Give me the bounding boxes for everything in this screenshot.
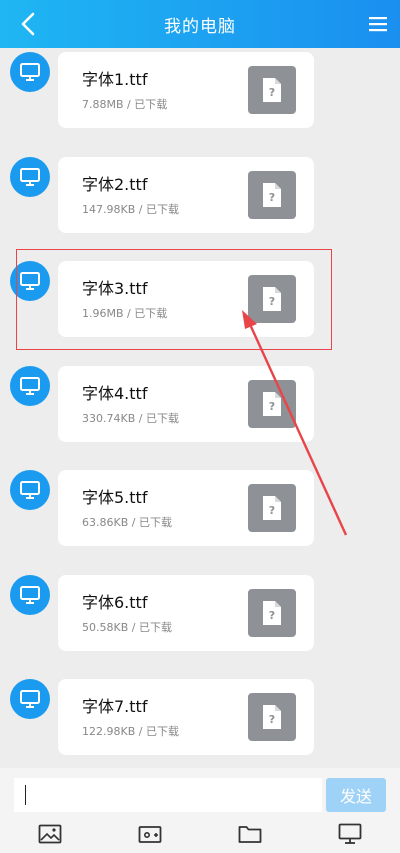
unknown-file-icon: ? (248, 171, 296, 219)
unknown-file-icon: ? (248, 693, 296, 741)
file-meta: 122.98KB / 已下载 (82, 725, 179, 738)
unknown-file-icon: ? (248, 66, 296, 114)
file-message-bubble[interactable]: 字体7.ttf 122.98KB / 已下载 ? (58, 679, 314, 755)
file-meta: 63.86KB / 已下载 (82, 516, 172, 529)
computer-icon (338, 823, 362, 844)
back-button[interactable] (14, 10, 42, 38)
computer-icon (20, 63, 40, 81)
file-meta: 7.88MB / 已下载 (82, 98, 168, 111)
menu-button[interactable] (366, 12, 390, 36)
camera-button[interactable] (137, 822, 163, 846)
avatar[interactable] (10, 157, 50, 197)
file-name: 字体5.ttf (82, 488, 148, 507)
file-name: 字体6.ttf (82, 593, 148, 612)
list-item: 字体7.ttf 122.98KB / 已下载 ? (0, 679, 400, 757)
message-list[interactable]: 字体1.ttf 7.88MB / 已下载 ? 字体2.ttf 147.98KB … (0, 48, 400, 768)
highlight-annotation (16, 249, 332, 350)
unknown-file-icon: ? (248, 484, 296, 532)
svg-text:?: ? (269, 191, 275, 204)
file-meta: 50.58KB / 已下载 (82, 621, 172, 634)
avatar[interactable] (10, 52, 50, 92)
avatar[interactable] (10, 366, 50, 406)
list-item: 字体1.ttf 7.88MB / 已下载 ? (0, 52, 400, 130)
menu-icon (369, 17, 387, 32)
computer-icon (20, 481, 40, 499)
computer-icon (20, 168, 40, 186)
svg-text:?: ? (269, 504, 275, 517)
svg-text:?: ? (269, 609, 275, 622)
back-icon (21, 12, 35, 36)
text-cursor (25, 785, 26, 805)
folder-button[interactable] (237, 822, 263, 846)
avatar[interactable] (10, 679, 50, 719)
file-message-bubble[interactable]: 字体1.ttf 7.88MB / 已下载 ? (58, 52, 314, 128)
svg-text:?: ? (269, 86, 275, 99)
avatar[interactable] (10, 575, 50, 615)
page-title: 我的电脑 (164, 16, 236, 37)
image-icon (38, 824, 62, 844)
svg-text:?: ? (269, 713, 275, 726)
computer-icon (20, 690, 40, 708)
unknown-file-icon: ? (248, 380, 296, 428)
list-item: 字体6.ttf 50.58KB / 已下载 ? (0, 575, 400, 653)
computer-icon (20, 377, 40, 395)
input-bar: 发送 (0, 768, 400, 853)
file-message-bubble[interactable]: 字体5.ttf 63.86KB / 已下载 ? (58, 470, 314, 546)
file-message-bubble[interactable]: 字体6.ttf 50.58KB / 已下载 ? (58, 575, 314, 651)
file-meta: 147.98KB / 已下载 (82, 203, 179, 216)
avatar[interactable] (10, 470, 50, 510)
file-name: 字体2.ttf (82, 175, 148, 194)
file-message-bubble[interactable]: 字体2.ttf 147.98KB / 已下载 ? (58, 157, 314, 233)
computer-icon (20, 586, 40, 604)
unknown-file-icon: ? (248, 589, 296, 637)
list-item: 字体2.ttf 147.98KB / 已下载 ? (0, 157, 400, 235)
file-name: 字体1.ttf (82, 70, 148, 89)
list-item: 字体4.ttf 330.74KB / 已下载 ? (0, 366, 400, 444)
computer-button[interactable] (337, 822, 363, 846)
send-button[interactable]: 发送 (326, 778, 386, 812)
svg-text:?: ? (269, 400, 275, 413)
file-name: 字体4.ttf (82, 384, 148, 403)
folder-icon (238, 826, 262, 843)
file-meta: 330.74KB / 已下载 (82, 412, 179, 425)
list-item: 字体5.ttf 63.86KB / 已下载 ? (0, 470, 400, 548)
title-bar: 我的电脑 (0, 0, 400, 48)
camera-icon (138, 826, 162, 843)
message-input[interactable] (14, 778, 322, 812)
file-name: 字体7.ttf (82, 697, 148, 716)
file-message-bubble[interactable]: 字体4.ttf 330.74KB / 已下载 ? (58, 366, 314, 442)
image-button[interactable] (37, 822, 63, 846)
